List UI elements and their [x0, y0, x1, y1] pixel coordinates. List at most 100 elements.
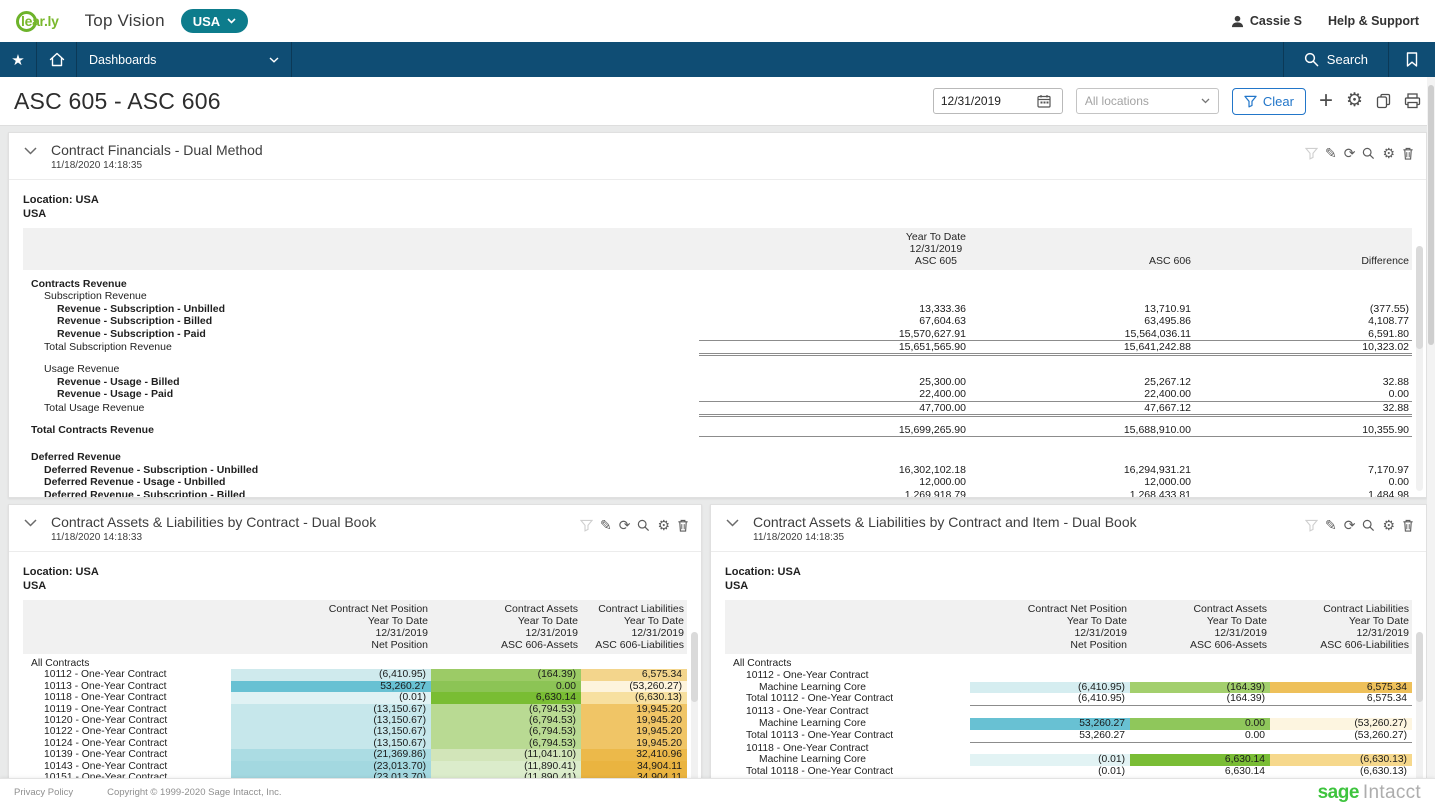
delete-icon[interactable]	[1402, 147, 1414, 160]
location-filter-select[interactable]: All locations	[1076, 88, 1219, 114]
cell-value[interactable]: 16,302,102.18	[699, 464, 969, 476]
settings-icon[interactable]: ⚙	[657, 518, 670, 532]
cell-value[interactable]: 1,268,433.81	[969, 489, 1194, 497]
duplicate-button[interactable]	[1376, 93, 1391, 109]
row-label[interactable]: Deferred Revenue - Usage - Unbilled	[23, 476, 699, 488]
row-label[interactable]: Revenue - Usage - Billed	[23, 376, 699, 388]
clear-filters-button[interactable]: Clear	[1232, 88, 1306, 115]
date-input[interactable]	[941, 94, 1033, 108]
row-label[interactable]: Contracts Revenue	[23, 278, 699, 290]
collapse-chevron-icon[interactable]	[24, 519, 37, 527]
cell-value[interactable]: 6,591.80	[1194, 328, 1412, 341]
row-label[interactable]: All Contracts	[23, 658, 231, 669]
cell-value[interactable]: 1,484.98	[1194, 489, 1412, 497]
row-label[interactable]: Deferred Revenue - Subscription - Billed	[23, 489, 699, 497]
row-label[interactable]: 10118 - One-Year Contract	[23, 692, 231, 703]
date-filter[interactable]	[933, 88, 1063, 114]
cell-value[interactable]: 67,604.63	[699, 315, 969, 327]
row-label[interactable]: 10119 - One-Year Contract	[23, 704, 231, 715]
refresh-icon[interactable]: ⟳	[619, 518, 631, 532]
scrollbar-thumb[interactable]	[1428, 85, 1434, 345]
edit-icon[interactable]: ✎	[600, 518, 612, 532]
help-support-link[interactable]: Help & Support	[1328, 14, 1419, 28]
favorites-button[interactable]: ★	[0, 42, 37, 77]
delete-icon[interactable]	[1402, 519, 1414, 532]
cell-value[interactable]: 15,570,627.91	[699, 328, 969, 341]
row-label[interactable]: Revenue - Subscription - Unbilled	[23, 303, 699, 315]
row-label[interactable]: Subscription Revenue	[23, 290, 699, 302]
row-label[interactable]: 10143 - One-Year Contract	[23, 761, 231, 772]
table-row: Deferred Revenue - Usage - Unbilled12,00…	[23, 476, 1412, 488]
cell-value[interactable]: 32.88	[1194, 376, 1412, 388]
cell-value[interactable]: (377.55)	[1194, 303, 1412, 315]
panel-scrollbar[interactable]	[1416, 632, 1423, 799]
filter-icon[interactable]	[1305, 519, 1318, 532]
zoom-icon[interactable]	[1362, 519, 1375, 532]
cell-value[interactable]: 4,108.77	[1194, 315, 1412, 327]
cell-value[interactable]: 12,000.00	[699, 476, 969, 488]
row-label[interactable]: 10112 - One-Year Contract	[23, 669, 231, 680]
scrollbar-thumb[interactable]	[1416, 246, 1423, 349]
cell-value: 32.88	[1194, 402, 1412, 417]
page-scrollbar[interactable]	[1427, 77, 1435, 806]
zoom-icon[interactable]	[1362, 147, 1375, 160]
row-label[interactable]: Usage Revenue	[23, 363, 699, 375]
panel-scrollbar[interactable]	[1416, 246, 1423, 491]
row-label[interactable]: Revenue - Subscription - Paid	[23, 328, 699, 341]
row-label[interactable]: Deferred Revenue	[23, 451, 699, 463]
filter-icon[interactable]	[1305, 147, 1318, 160]
delete-icon[interactable]	[677, 519, 689, 532]
zoom-icon[interactable]	[637, 519, 650, 532]
cell-value[interactable]: 16,294,931.21	[969, 464, 1194, 476]
cell-value[interactable]: 13,710.91	[969, 303, 1194, 315]
calendar-icon[interactable]	[1037, 94, 1051, 108]
edit-icon[interactable]: ✎	[1325, 146, 1337, 160]
main-nav: ★ Dashboards Search	[0, 42, 1435, 77]
scrollbar-thumb[interactable]	[691, 632, 698, 702]
cell-value[interactable]: 22,400.00	[969, 388, 1194, 401]
row-label[interactable]: Revenue - Subscription - Billed	[23, 315, 699, 327]
row-label[interactable]: 10139 - One-Year Contract	[23, 749, 231, 760]
row-label[interactable]: 10120 - One-Year Contract	[23, 715, 231, 726]
add-component-button[interactable]: +	[1319, 91, 1333, 111]
cell-value[interactable]: 25,267.12	[969, 376, 1194, 388]
print-button[interactable]	[1404, 93, 1421, 109]
home-button[interactable]	[37, 42, 77, 77]
row-label[interactable]: 10113 - One-Year Contract	[23, 681, 231, 692]
refresh-icon[interactable]: ⟳	[1344, 146, 1356, 160]
collapse-chevron-icon[interactable]	[24, 147, 37, 155]
dashboards-menu[interactable]: Dashboards	[77, 42, 292, 77]
cell-value[interactable]: 63,495.86	[969, 315, 1194, 327]
settings-icon[interactable]: ⚙	[1382, 146, 1395, 160]
cell-value[interactable]: 0.00	[1194, 388, 1412, 401]
bookmarks-button[interactable]	[1389, 42, 1435, 77]
settings-icon[interactable]: ⚙	[1382, 518, 1395, 532]
clearly-logo[interactable]: lear.ly	[16, 11, 59, 32]
location-label: Location: USA	[23, 565, 687, 579]
search-button[interactable]: Search	[1283, 42, 1389, 77]
cell-value[interactable]: 25,300.00	[699, 376, 969, 388]
table-row: All Contracts	[725, 658, 1412, 670]
cell-value[interactable]: 15,564,036.11	[969, 328, 1194, 341]
dashboard-settings-button[interactable]: ⚙	[1346, 91, 1363, 111]
panel-scrollbar[interactable]	[691, 632, 698, 799]
row-label[interactable]: All Contracts	[725, 658, 970, 670]
collapse-chevron-icon[interactable]	[726, 519, 739, 527]
row-label[interactable]: 10122 - One-Year Contract	[23, 726, 231, 737]
refresh-icon[interactable]: ⟳	[1344, 518, 1356, 532]
cell-value[interactable]: 7,170.97	[1194, 464, 1412, 476]
row-label[interactable]: Deferred Revenue - Subscription - Unbill…	[23, 464, 699, 476]
cell-value[interactable]: 0.00	[1194, 476, 1412, 488]
row-label[interactable]: Revenue - Usage - Paid	[23, 388, 699, 401]
privacy-policy-link[interactable]: Privacy Policy	[14, 787, 73, 798]
edit-icon[interactable]: ✎	[1325, 518, 1337, 532]
cell-value[interactable]: 12,000.00	[969, 476, 1194, 488]
filter-icon[interactable]	[580, 519, 593, 532]
row-label[interactable]: 10124 - One-Year Contract	[23, 738, 231, 749]
entity-selector[interactable]: USA	[181, 9, 248, 33]
scrollbar-thumb[interactable]	[1416, 632, 1423, 702]
cell-value[interactable]: 13,333.36	[699, 303, 969, 315]
user-menu[interactable]: Cassie S	[1231, 14, 1302, 28]
cell-value[interactable]: 22,400.00	[699, 388, 969, 401]
cell-value[interactable]: 1,269,918.79	[699, 489, 969, 497]
